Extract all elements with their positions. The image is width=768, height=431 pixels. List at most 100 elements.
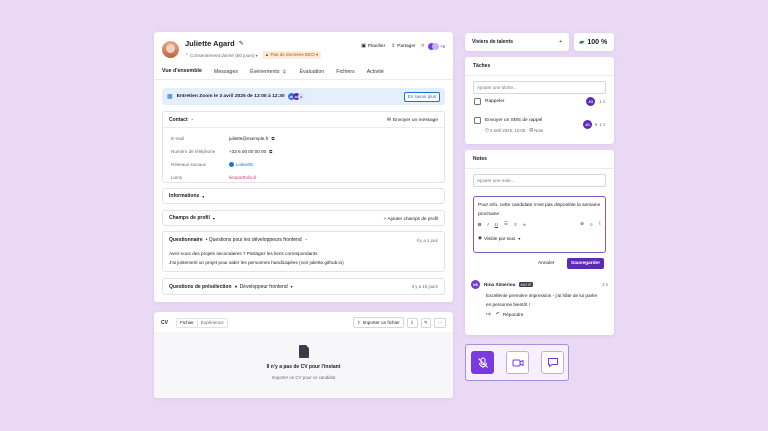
edit-icon[interactable]: ✎ — [420, 317, 432, 328]
reply-icon: ↶ — [495, 311, 500, 316]
consent-icon: ◔ — [185, 52, 189, 58]
bold-icon[interactable]: B — [478, 222, 481, 227]
linkedin-icon — [229, 162, 234, 167]
note-draft-text[interactable]: Pour info, cette candidate n'est pas dis… — [478, 201, 601, 219]
reply-button[interactable]: Répondre — [503, 312, 524, 317]
copy-icon[interactable]: ⧉ — [269, 149, 272, 154]
tab-events[interactable]: Événements 1 — [250, 68, 288, 80]
contact-title: Contact — [169, 117, 188, 123]
chevron-up-icon[interactable]: ⌃ — [191, 118, 194, 123]
copy-icon[interactable]: ⧉ — [271, 136, 274, 141]
watchers-avatars[interactable]: +5 — [428, 43, 445, 50]
chevron-down-icon[interactable]: ▾ — [213, 216, 215, 221]
edit-pencil-icon[interactable]: ✎ — [239, 40, 244, 47]
microphone-off-icon[interactable] — [471, 351, 494, 374]
comment-avatar: NS — [471, 280, 480, 289]
underline-icon[interactable]: U — [495, 222, 498, 227]
add-task-input[interactable] — [477, 85, 602, 90]
plan-button[interactable]: Planifier — [368, 44, 385, 49]
tab-cv-file[interactable]: Fichier — [176, 318, 198, 327]
calendar-event-icon: ▦ — [167, 94, 173, 100]
cv-empty-subtitle: Importer un CV pour ce candidat — [271, 375, 336, 380]
comment-author: Nina Simeriou — [484, 282, 516, 287]
task-checkbox[interactable] — [474, 117, 481, 124]
assignee-avatar: JO — [586, 97, 596, 106]
interview-banner: ▦ Entretien Zoom le 3 avril 2025 de 12:0… — [162, 88, 445, 105]
questionnaire-time: Il y a 1 jour — [416, 237, 438, 243]
send-message-button[interactable]: ✉ Envoyer un message — [387, 118, 438, 123]
calendar-icon: ▣ — [361, 44, 366, 49]
add-note-input[interactable] — [477, 178, 602, 183]
eeo-badge[interactable]: ▲ Pas de données EEO ▾ — [261, 51, 322, 59]
import-file-button[interactable]: ⇧ Importer un fichier — [352, 317, 404, 328]
preselection-time: Il y a 10 jours — [411, 284, 438, 289]
candidate-header: Juliette Agard ✎ ◔ Consentement donné (5… — [162, 39, 322, 59]
chat-bubble-icon[interactable] — [541, 351, 564, 374]
preselection-section[interactable]: Questions de présélection ● Développeur … — [162, 278, 445, 295]
tasks-title: Tâches — [473, 63, 491, 69]
cancel-button[interactable]: Annuler — [538, 261, 555, 266]
linkedin-link[interactable]: LinkedIn — [236, 162, 253, 167]
questionnaire-answer: J'ai justement un projet pour aider les … — [169, 260, 344, 265]
eye-icon: ◉ — [478, 235, 483, 240]
italic-icon[interactable]: I — [487, 222, 488, 227]
score-value: 100 % — [587, 38, 608, 46]
links-row: Liens lienportfolio.fr — [171, 175, 257, 180]
share-icon: ⇪ — [391, 44, 396, 49]
task-item: Envoyer un SMS de rappel ◷ 3 avril 2025,… — [474, 117, 605, 133]
talent-pools-dropdown[interactable]: Viviers de talents + — [465, 33, 569, 51]
task-checkbox[interactable] — [474, 98, 481, 105]
share-button[interactable]: Partager — [397, 44, 415, 49]
contact-section: Contact ⌃ ✉ Envoyer un message E-mail jul… — [162, 111, 445, 183]
tab-files[interactable]: Fichiers — [336, 69, 355, 80]
tab-cv-experience[interactable]: Expérience — [198, 319, 227, 327]
plus-icon: + — [383, 215, 387, 221]
phone-row: Numéro de téléphone +33 6 00 00 00 00 ⧉ — [171, 149, 273, 154]
bullet-list-icon[interactable]: ☰ — [504, 221, 508, 227]
thumbs-up-icon[interactable]: 👍︎ — [486, 311, 491, 317]
tab-messages[interactable]: Messages — [214, 69, 238, 80]
cv-title: CV — [161, 319, 168, 326]
talent-pools-label: Viviers de talents — [472, 39, 514, 45]
tab-activity[interactable]: Activité — [367, 69, 384, 80]
banner-text: Entretien Zoom le 3 avril 2025 de 12:00 … — [176, 94, 285, 99]
call-toolbar — [465, 344, 569, 381]
informations-title: Informations — [169, 193, 200, 199]
chevron-up-icon[interactable]: ⌃ — [305, 238, 308, 243]
document-icon — [299, 345, 309, 358]
task-date: 3 avril 2025, 12:00 — [489, 127, 526, 133]
tab-evaluation[interactable]: Évaluation — [299, 69, 324, 80]
social-row: Réseaux sociaux LinkedIn — [171, 162, 254, 167]
assignee-avatar: JO — [582, 120, 592, 129]
video-camera-icon[interactable] — [506, 351, 529, 374]
add-profile-field-button[interactable]: + Ajouter champs de profil — [384, 216, 438, 221]
task-note: Note — [534, 127, 544, 133]
informations-section[interactable]: Informations ▾ — [162, 188, 445, 204]
save-note-button[interactable]: Sauvegarder — [567, 258, 605, 269]
tasks-card: Tâches Rappeler JO 1 s Envoyer un SMS de… — [465, 57, 614, 144]
link-icon[interactable]: ∞ — [523, 222, 526, 227]
numbered-list-icon[interactable]: ≡ — [514, 222, 517, 227]
attachment-icon[interactable]: ⌇ — [599, 221, 601, 227]
consent-label[interactable]: Consentement donné (50 jours) — [190, 53, 255, 58]
note-editor[interactable]: Pour info, cette candidate n'est pas dis… — [473, 196, 606, 253]
visibility-dropdown[interactable]: ◉ Visible par tous ▾ — [478, 235, 601, 241]
portfolio-link[interactable]: lienportfolio.fr — [229, 175, 257, 180]
note-comment: NS Nina Simeriou INVITÉ 2 s Excellente p… — [471, 280, 608, 317]
more-icon[interactable]: ⋯ — [434, 317, 446, 328]
chevron-down-icon: ▾ — [518, 235, 521, 241]
lightning-icon: ϟ — [594, 122, 598, 127]
plus-icon[interactable]: + — [559, 39, 562, 45]
cv-empty-title: Il n'y a pas de CV pour l'instant — [266, 364, 341, 370]
phone-value[interactable]: +33 6 00 00 00 00 — [229, 149, 266, 154]
notes-title: Notes — [473, 156, 487, 162]
events-count-badge: 1 — [281, 68, 288, 74]
email-row: E-mail juliette@exemple.fr ⧉ — [171, 136, 275, 141]
mention-icon[interactable]: ⊗ — [580, 221, 584, 227]
emoji-icon[interactable]: ☺ — [589, 222, 594, 227]
email-value[interactable]: juliette@exemple.fr — [229, 136, 268, 141]
download-icon[interactable]: ⇩ — [406, 317, 418, 328]
bookmark-icon[interactable]: ⌑ — [422, 44, 424, 49]
learn-more-button[interactable]: En savoir plus — [403, 91, 440, 102]
money-icon: ▰ — [579, 39, 585, 46]
